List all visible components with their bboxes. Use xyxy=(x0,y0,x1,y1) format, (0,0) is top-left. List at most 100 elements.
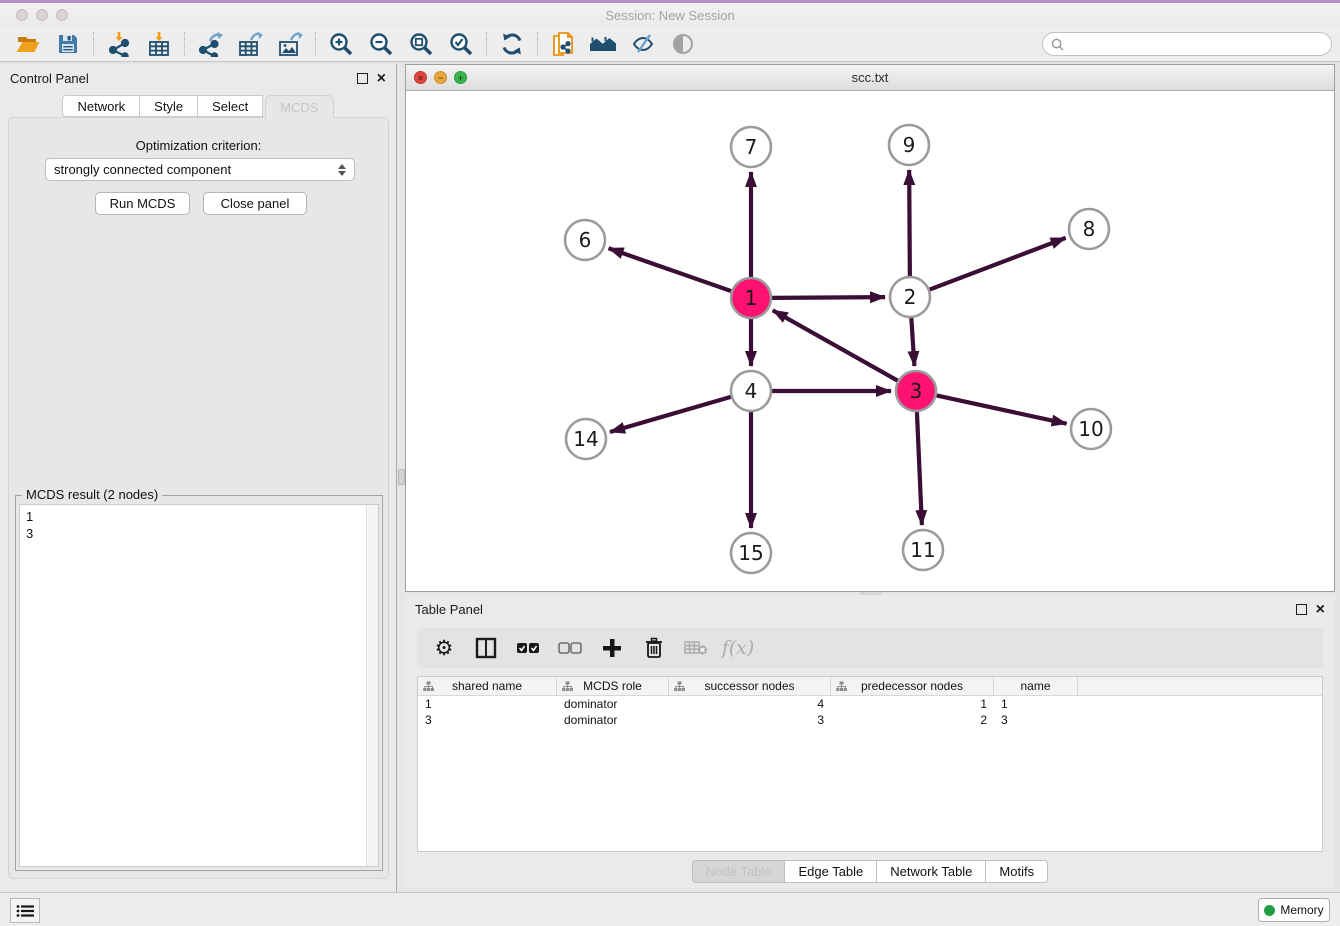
table-row[interactable]: 1dominator411 xyxy=(418,696,1322,712)
export-table-button[interactable] xyxy=(230,29,270,59)
table-cell[interactable]: 1 xyxy=(831,696,994,712)
column-header-shared-name[interactable]: shared name xyxy=(418,677,557,695)
column-label: successor nodes xyxy=(704,679,794,693)
column-header-name[interactable]: name xyxy=(994,677,1078,695)
table-settings-button[interactable]: ⚙ xyxy=(427,632,461,664)
tab-network-table[interactable]: Network Table xyxy=(877,860,986,883)
delete-table-button[interactable] xyxy=(679,632,713,664)
edge-2-9[interactable] xyxy=(909,170,910,276)
vertical-splitter[interactable] xyxy=(398,64,405,892)
edge-1-2[interactable] xyxy=(772,297,885,298)
column-label: MCDS role xyxy=(583,679,642,693)
delete-column-button[interactable] xyxy=(637,632,671,664)
export-image-button[interactable] xyxy=(270,29,310,59)
export-table-icon xyxy=(237,31,263,57)
tab-node-table[interactable]: Node Table xyxy=(692,860,786,883)
function-builder-button[interactable]: f(x) xyxy=(721,632,755,664)
close-panel-button[interactable]: Close panel xyxy=(203,192,307,215)
apply-layout-button[interactable] xyxy=(492,29,532,59)
node-table[interactable]: shared name MCDS role successor nodes prede… xyxy=(417,676,1323,852)
select-all-icon xyxy=(516,641,540,655)
export-image-icon xyxy=(277,31,303,57)
search-input[interactable] xyxy=(1069,37,1323,51)
edge-1-6[interactable] xyxy=(609,248,732,291)
column-header-successor-nodes[interactable]: successor nodes xyxy=(669,677,831,695)
hierarchy-icon xyxy=(562,681,573,692)
node-label-8: 8 xyxy=(1083,217,1096,241)
table-panel: Table Panel × ⚙ xyxy=(405,595,1335,888)
save-session-button[interactable] xyxy=(48,29,88,59)
tab-network[interactable]: Network xyxy=(62,95,140,117)
float-panel-icon[interactable] xyxy=(357,73,368,84)
vertical-splitter-handle[interactable] xyxy=(398,469,405,485)
mcds-result-area[interactable]: 1 3 xyxy=(19,504,379,867)
table-cell[interactable]: 3 xyxy=(669,712,831,728)
import-network-button[interactable] xyxy=(99,29,139,59)
edge-3-1[interactable] xyxy=(773,310,898,380)
deselect-all-button[interactable] xyxy=(553,632,587,664)
save-floppy-icon xyxy=(56,32,80,56)
home-button[interactable] xyxy=(583,29,623,59)
node-label-6: 6 xyxy=(579,228,592,252)
network-file-button[interactable] xyxy=(543,29,583,59)
control-panel-tabs: Network Style Select MCDS xyxy=(0,95,396,117)
search-field[interactable] xyxy=(1042,32,1332,56)
mcds-result-lines: 1 3 xyxy=(20,505,378,545)
table-cell[interactable]: 3 xyxy=(418,712,557,728)
memory-button[interactable]: Memory xyxy=(1258,898,1330,922)
tab-edge-table[interactable]: Edge Table xyxy=(785,860,877,883)
memory-label: Memory xyxy=(1280,903,1323,917)
edge-2-8[interactable] xyxy=(930,238,1066,290)
toolbar-separator xyxy=(184,32,185,56)
column-header-predecessor-nodes[interactable]: predecessor nodes xyxy=(831,677,994,695)
edge-4-14[interactable] xyxy=(610,397,731,432)
optimization-criterion-select[interactable]: strongly connected component xyxy=(45,158,355,181)
hierarchy-icon xyxy=(836,681,847,692)
run-mcds-button[interactable]: Run MCDS xyxy=(95,192,190,215)
tab-mcds[interactable]: MCDS xyxy=(265,95,333,118)
table-cell[interactable]: 1 xyxy=(418,696,557,712)
select-all-button[interactable] xyxy=(511,632,545,664)
zoom-in-button[interactable] xyxy=(321,29,361,59)
node-label-1: 1 xyxy=(745,286,758,310)
column-view-icon xyxy=(475,637,497,659)
column-view-button[interactable] xyxy=(469,632,503,664)
network-file-icon xyxy=(549,30,577,58)
edge-2-3[interactable] xyxy=(911,318,914,366)
zoom-out-button[interactable] xyxy=(361,29,401,59)
table-row[interactable]: 3dominator323 xyxy=(418,712,1322,728)
open-session-button[interactable] xyxy=(8,29,48,59)
table-cell[interactable]: 3 xyxy=(994,712,1078,728)
result-scrollbar[interactable] xyxy=(366,505,378,866)
import-table-button[interactable] xyxy=(139,29,179,59)
zoom-selected-button[interactable] xyxy=(441,29,481,59)
add-column-button[interactable] xyxy=(595,632,629,664)
eye-icon xyxy=(670,32,696,56)
export-network-button[interactable] xyxy=(190,29,230,59)
task-history-button[interactable] xyxy=(10,898,40,923)
column-label: predecessor nodes xyxy=(861,679,963,693)
mcds-result-title: MCDS result (2 nodes) xyxy=(22,487,162,502)
tab-style[interactable]: Style xyxy=(140,95,198,117)
gear-icon: ⚙ xyxy=(435,636,454,661)
column-header-MCDS-role[interactable]: MCDS role xyxy=(557,677,669,695)
table-cell[interactable]: 1 xyxy=(994,696,1078,712)
fx-icon: f(x) xyxy=(722,637,755,659)
delete-table-icon xyxy=(684,639,708,657)
hide-graphics-details-button[interactable] xyxy=(623,29,663,59)
node-label-2: 2 xyxy=(904,285,917,309)
table-cell[interactable]: 4 xyxy=(669,696,831,712)
tab-select[interactable]: Select xyxy=(198,95,263,117)
float-panel-icon[interactable] xyxy=(1296,604,1307,615)
zoom-fit-button[interactable] xyxy=(401,29,441,59)
table-cell[interactable]: 2 xyxy=(831,712,994,728)
tab-motifs[interactable]: Motifs xyxy=(986,860,1048,883)
network-canvas[interactable]: 1234678910111415 xyxy=(406,91,1334,591)
table-cell[interactable]: dominator xyxy=(557,696,669,712)
edge-3-10[interactable] xyxy=(937,395,1067,423)
close-panel-icon[interactable]: × xyxy=(1316,604,1325,615)
level-of-detail-button[interactable] xyxy=(663,29,703,59)
table-cell[interactable]: dominator xyxy=(557,712,669,728)
edge-3-11[interactable] xyxy=(917,412,922,525)
close-panel-icon[interactable]: × xyxy=(377,73,386,84)
